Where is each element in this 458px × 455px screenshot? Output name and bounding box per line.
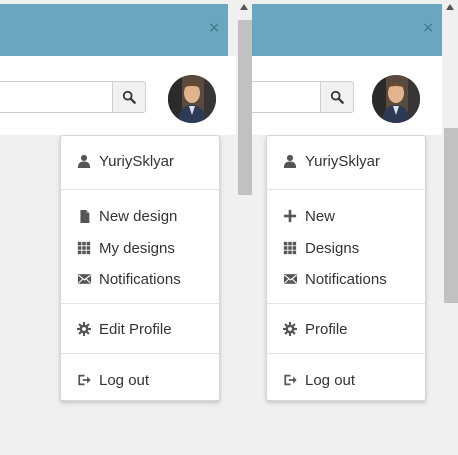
avatar[interactable]: [168, 75, 216, 123]
close-icon[interactable]: ×: [208, 21, 220, 35]
logout-icon: [76, 372, 92, 388]
left-panel: × YuriySklyar New design My designs Noti…: [0, 0, 236, 455]
right-scrollbar[interactable]: [442, 0, 458, 455]
gear-icon: [282, 321, 298, 337]
search-input[interactable]: [252, 81, 320, 113]
divider: [267, 303, 425, 304]
menu-item-profile[interactable]: Profile: [267, 314, 425, 344]
search-icon: [122, 90, 136, 104]
divider: [267, 189, 425, 190]
avatar[interactable]: [372, 75, 420, 123]
menu-item-username[interactable]: YuriySklyar: [61, 146, 219, 176]
menu-item-new-design[interactable]: New design: [61, 201, 219, 231]
file-icon: [76, 208, 92, 224]
search-icon: [330, 90, 344, 104]
divider: [267, 353, 425, 354]
menu-item-log-out[interactable]: Log out: [267, 365, 425, 395]
envelope-icon: [282, 271, 298, 287]
grid-icon: [76, 240, 92, 256]
user-icon: [76, 153, 92, 169]
menu-item-my-designs[interactable]: My designs: [61, 233, 219, 263]
close-icon[interactable]: ×: [422, 21, 434, 35]
search-button[interactable]: [320, 81, 354, 113]
username-label: YuriySklyar: [99, 152, 175, 170]
header-bar: ×: [252, 4, 442, 56]
menu-item-edit-profile[interactable]: Edit Profile: [61, 314, 219, 344]
search-input[interactable]: [0, 81, 112, 113]
divider: [61, 189, 219, 190]
username-label: YuriySklyar: [305, 152, 381, 170]
logout-icon: [282, 372, 298, 388]
menu-item-notifications[interactable]: Notifications: [61, 264, 219, 294]
divider: [61, 303, 219, 304]
menu-item-log-out[interactable]: Log out: [61, 365, 219, 395]
gear-icon: [76, 321, 92, 337]
user-icon: [282, 153, 298, 169]
search-button[interactable]: [112, 81, 146, 113]
menu-item-notifications[interactable]: Notifications: [267, 264, 425, 294]
menu-item-new[interactable]: New: [267, 201, 425, 231]
user-dropdown-menu: YuriySklyar New Designs Notifications Pr…: [266, 135, 426, 401]
grid-icon: [282, 240, 298, 256]
user-dropdown-menu: YuriySklyar New design My designs Notifi…: [60, 135, 220, 401]
scroll-thumb[interactable]: [444, 128, 458, 303]
divider: [61, 353, 219, 354]
right-panel: × YuriySklyar New Designs Notifications …: [252, 0, 442, 455]
scroll-up-arrow-icon[interactable]: [446, 4, 454, 10]
scroll-up-arrow-icon[interactable]: [240, 4, 248, 10]
scroll-thumb[interactable]: [238, 20, 252, 195]
left-scrollbar[interactable]: [236, 0, 252, 455]
envelope-icon: [76, 271, 92, 287]
menu-item-username[interactable]: YuriySklyar: [267, 146, 425, 176]
header-bar: ×: [0, 4, 228, 56]
menu-item-designs[interactable]: Designs: [267, 233, 425, 263]
plus-icon: [282, 208, 298, 224]
